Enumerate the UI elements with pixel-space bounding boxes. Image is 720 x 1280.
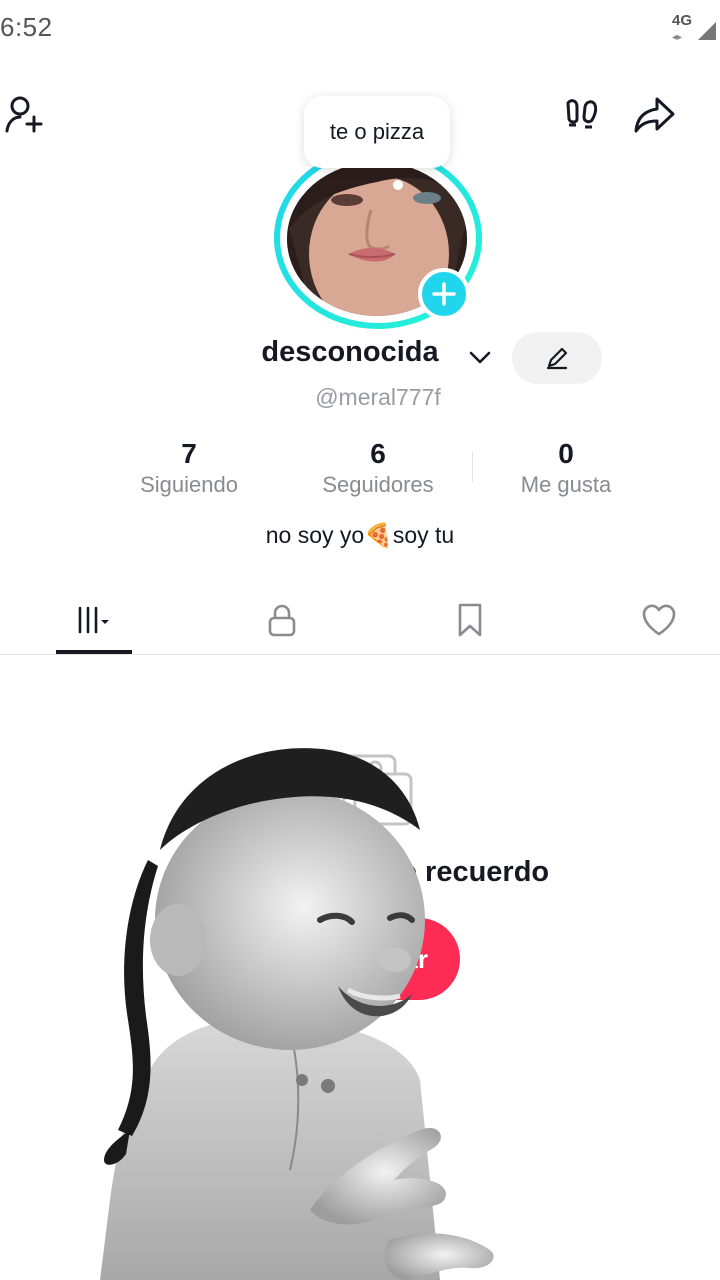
heart-icon <box>642 604 676 636</box>
user-handle: @meral777f <box>315 384 441 410</box>
footprints-icon <box>566 99 598 129</box>
share-icon <box>634 97 675 133</box>
pencil-icon <box>546 347 568 370</box>
display-name[interactable]: desconocida <box>200 336 500 369</box>
tab-saved[interactable] <box>420 586 520 654</box>
note-bubble[interactable]: te o pizza <box>304 96 450 168</box>
chevron-down-icon[interactable] <box>468 348 492 368</box>
videos-grid-icon <box>78 606 109 634</box>
tab-liked[interactable] <box>609 586 709 654</box>
network-indicator: 4G ◂▸ <box>672 12 716 44</box>
menu-button[interactable] <box>700 90 720 140</box>
plus-icon <box>432 282 456 306</box>
network-activity-icon: ◂▸ <box>672 32 683 43</box>
edit-profile-button[interactable] <box>512 332 602 384</box>
stat-label: Me gusta <box>520 472 612 497</box>
network-label: 4G <box>672 12 693 29</box>
stat-label: Siguiendo <box>140 472 238 497</box>
active-tab-indicator <box>56 650 132 654</box>
tab-private[interactable] <box>232 586 332 654</box>
bookmark-icon <box>458 603 482 637</box>
add-friend-icon <box>5 96 43 133</box>
toddler-sticker-image <box>100 748 494 1280</box>
add-story-button[interactable] <box>418 268 470 320</box>
share-profile-button[interactable] <box>630 90 680 140</box>
note-bubble-tail <box>393 180 403 190</box>
stat-value: 7 <box>181 438 197 469</box>
lock-icon <box>268 604 296 637</box>
note-text: te o pizza <box>329 119 425 144</box>
bio: no soy yo🍕soy tu <box>265 522 455 548</box>
status-time: 6:52 <box>0 12 53 42</box>
stat-value: 6 <box>370 438 386 469</box>
stat-label: Seguidores <box>322 472 434 497</box>
stat-likes[interactable]: 0 Me gusta <box>476 436 656 498</box>
stat-value: 0 <box>558 438 574 469</box>
profile-tabs <box>0 586 720 655</box>
add-friend-button[interactable] <box>0 90 50 140</box>
profile-views-button[interactable] <box>556 90 606 140</box>
stat-followers[interactable]: 6 Seguidores <box>288 436 468 498</box>
tab-videos[interactable] <box>44 586 144 654</box>
stat-divider <box>472 452 473 482</box>
signal-icon <box>698 22 716 40</box>
stat-following[interactable]: 7 Siguiendo <box>99 436 279 498</box>
